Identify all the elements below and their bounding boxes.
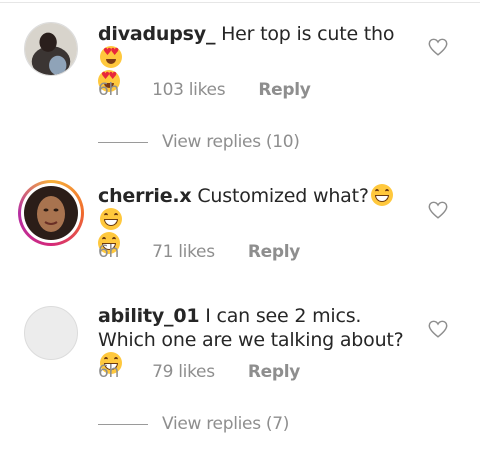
view-replies-button[interactable]: View replies (7) <box>98 412 289 436</box>
avatar-photo <box>24 186 78 240</box>
view-replies-label: View replies (7) <box>162 414 290 434</box>
top-divider <box>0 2 480 3</box>
comment-time: 6h <box>98 80 119 100</box>
comment-likes[interactable]: 103 likes <box>152 80 225 100</box>
heart-eyes-emoji-icon <box>100 46 122 68</box>
heart-outline-icon <box>428 38 448 56</box>
comment-username[interactable]: divadupsy_ <box>98 23 215 45</box>
view-replies-label: View replies (10) <box>162 132 300 152</box>
comment-meta: 6h 79 likes Reply <box>98 362 300 382</box>
comment-time: 6h <box>98 362 119 382</box>
reply-button[interactable]: Reply <box>248 362 301 382</box>
replies-divider-line <box>98 423 148 425</box>
view-replies-button[interactable]: View replies (10) <box>98 130 300 154</box>
like-button[interactable] <box>427 36 449 58</box>
comment-username[interactable]: ability_01 <box>98 305 200 327</box>
comment-time: 6h <box>98 242 119 262</box>
reply-button[interactable]: Reply <box>258 80 311 100</box>
comment-body: Customized what? <box>197 185 369 207</box>
avatar[interactable] <box>18 180 84 246</box>
comment-body: Her top is cute tho <box>221 23 395 45</box>
grin-emoji-icon <box>100 208 122 230</box>
comment-meta: 6h 103 likes Reply <box>98 80 311 100</box>
grin-emoji-icon <box>370 184 393 206</box>
avatar[interactable] <box>24 306 78 360</box>
comment-username[interactable]: cherrie.x <box>98 185 192 207</box>
comment-meta: 6h 71 likes Reply <box>98 242 300 262</box>
comment-likes[interactable]: 79 likes <box>152 362 215 382</box>
replies-divider-line <box>98 141 148 143</box>
heart-outline-icon <box>428 320 448 338</box>
heart-outline-icon <box>428 201 448 219</box>
like-button[interactable] <box>427 199 449 221</box>
reply-button[interactable]: Reply <box>248 242 301 262</box>
like-button[interactable] <box>427 318 449 340</box>
avatar-photo <box>25 23 77 75</box>
comment-likes[interactable]: 71 likes <box>152 242 215 262</box>
avatar[interactable] <box>24 22 78 76</box>
